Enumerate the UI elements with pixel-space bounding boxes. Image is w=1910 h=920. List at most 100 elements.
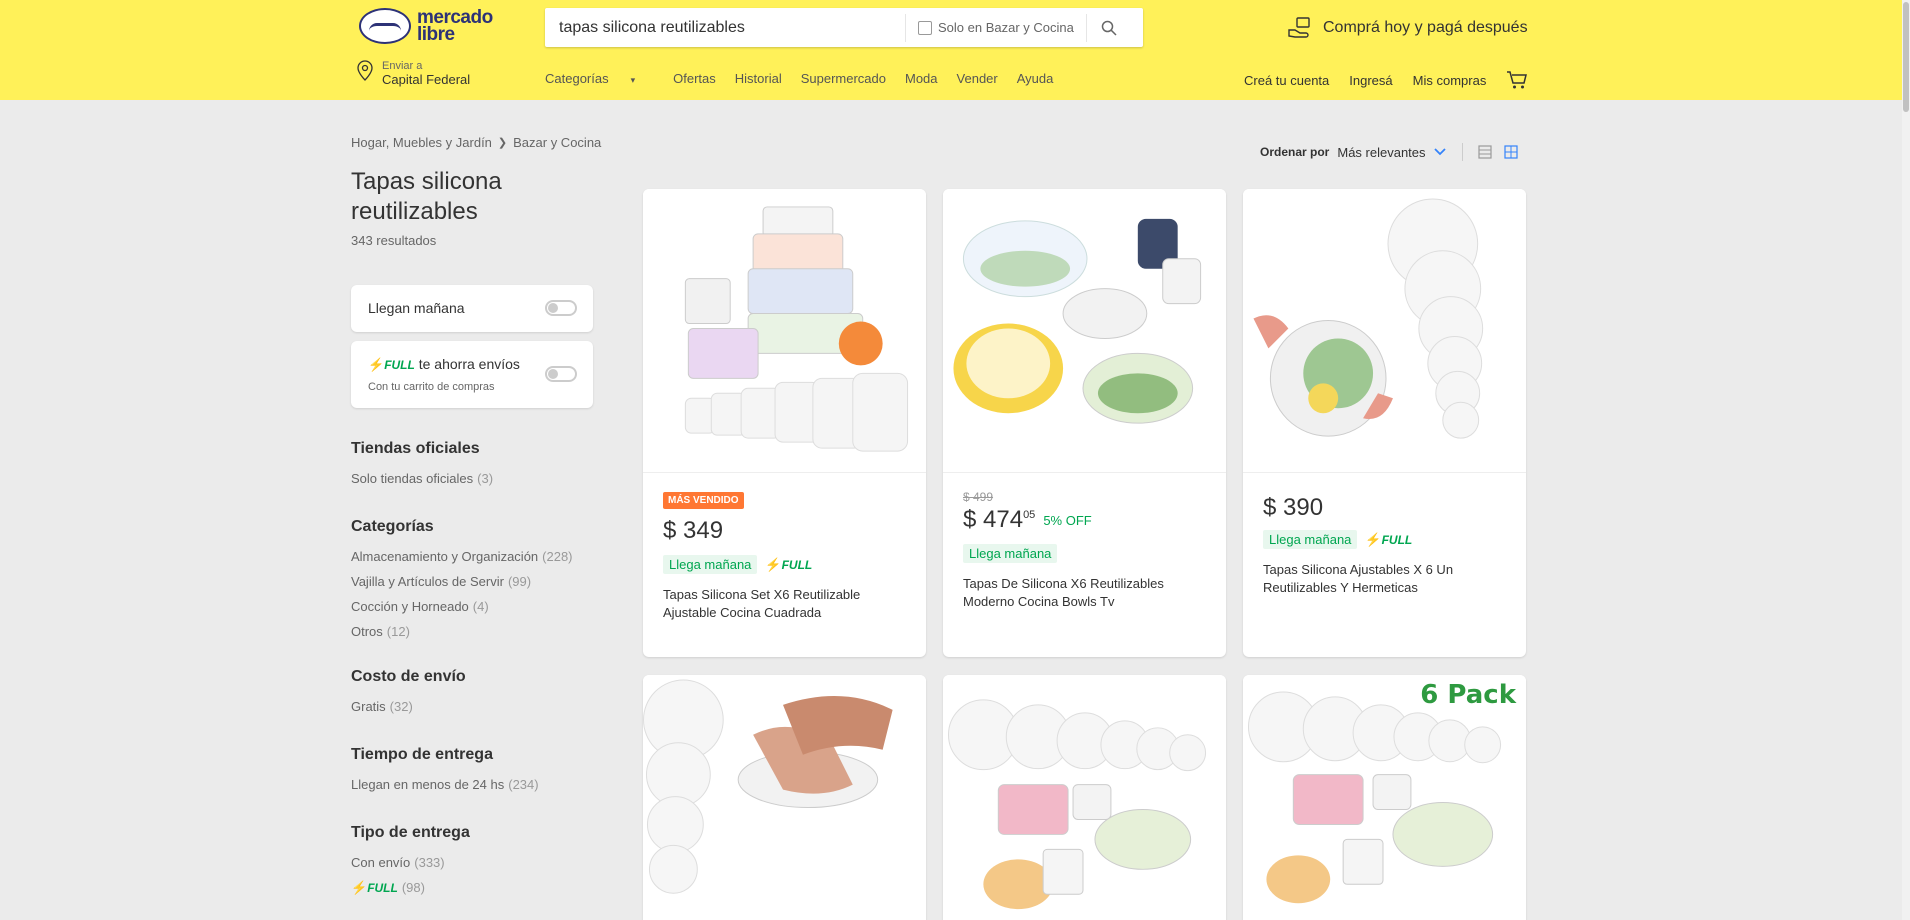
filter-title: Costo de envío bbox=[351, 668, 466, 685]
page-title: Tapas silicona reutilizables bbox=[351, 168, 502, 225]
nav-label: Categorías bbox=[545, 71, 609, 86]
results-count: 343 resultados bbox=[351, 233, 437, 248]
nav-history[interactable]: Historial bbox=[735, 71, 782, 86]
best-seller-badge: MÁS VENDIDO bbox=[663, 492, 744, 509]
checkbox[interactable] bbox=[918, 20, 932, 35]
mercadolibre-logo[interactable]: mercado libre bbox=[359, 8, 499, 44]
full-toggle[interactable] bbox=[545, 366, 577, 382]
product-title[interactable]: Tapas Silicona Set X6 Reutilizable Ajust… bbox=[663, 586, 906, 622]
nav-supermarket[interactable]: Supermercado bbox=[801, 71, 886, 86]
filter-option[interactable]: Solo tiendas oficiales (3) bbox=[351, 471, 601, 486]
filter-option[interactable]: Otros (12) bbox=[351, 624, 601, 639]
tomorrow-toggle[interactable] bbox=[545, 300, 577, 316]
filter-count: (32) bbox=[389, 699, 413, 714]
search-icon bbox=[1101, 20, 1117, 36]
breadcrumb-item[interactable]: Bazar y Cocina bbox=[513, 135, 601, 150]
account-links: Creá tu cuenta Ingresá Mis compras bbox=[1244, 70, 1528, 90]
category-filter-label: Solo en Bazar y Cocina bbox=[938, 20, 1074, 35]
filter-title: Tiendas oficiales bbox=[351, 440, 480, 457]
nav-categories[interactable]: Categorías ▾ bbox=[545, 71, 654, 86]
shipping-pill: Llega mañana bbox=[963, 544, 1058, 563]
promo-text: Comprá hoy y pagá después bbox=[1323, 19, 1528, 36]
product-image[interactable] bbox=[1243, 675, 1526, 920]
shipping-pill: Llega mañana bbox=[1263, 530, 1358, 549]
filter-count: (228) bbox=[542, 549, 573, 564]
full-badge: FULL bbox=[384, 358, 415, 372]
shipping-location[interactable]: Enviar a Capital Federal bbox=[356, 60, 470, 87]
filter-option-label: Cocción y Horneado bbox=[351, 599, 469, 614]
main-nav: Categorías ▾ Ofertas Historial Supermerca… bbox=[545, 71, 1072, 86]
tomorrow-label: Llegan mañana bbox=[368, 300, 465, 316]
lightning-icon: ⚡ bbox=[351, 880, 368, 895]
product-card[interactable]: 6 Pack bbox=[1243, 675, 1526, 920]
filter-count: (234) bbox=[508, 777, 539, 792]
my-purchases-link[interactable]: Mis compras bbox=[1413, 73, 1487, 88]
category-filter-checkbox[interactable]: Solo en Bazar y Cocina bbox=[906, 20, 1086, 35]
product-image[interactable] bbox=[943, 675, 1226, 920]
filter-option[interactable]: Gratis (32) bbox=[351, 699, 601, 714]
location-pin-icon bbox=[357, 60, 373, 81]
filter-option[interactable]: Vajilla y Artículos de Servir (99) bbox=[351, 574, 601, 589]
create-account-link[interactable]: Creá tu cuenta bbox=[1244, 73, 1329, 88]
filter-count: (98) bbox=[401, 880, 425, 895]
scrollbar-thumb[interactable] bbox=[1903, 2, 1909, 112]
product-image[interactable] bbox=[643, 675, 926, 920]
filter-count: (333) bbox=[414, 855, 445, 870]
product-title[interactable]: Tapas De Silicona X6 Reutilizables Moder… bbox=[963, 575, 1206, 611]
filter-option[interactable]: ⚡FULL (98) bbox=[351, 880, 601, 896]
filter-option[interactable]: Llegan en menos de 24 hs (234) bbox=[351, 777, 601, 792]
nav-sell[interactable]: Vender bbox=[957, 71, 998, 86]
search-bar: Solo en Bazar y Cocina bbox=[545, 8, 1143, 47]
search-input[interactable] bbox=[545, 8, 905, 47]
product-card[interactable]: $ 499 $ 474 05 5% OFF Llega mañana Tapas … bbox=[943, 189, 1226, 657]
chevron-right-icon: ❯ bbox=[497, 137, 508, 149]
filter-count: (3) bbox=[477, 471, 494, 486]
full-toggle-label: ⚡FULL te ahorra envíos bbox=[368, 356, 520, 373]
filter-option[interactable]: Con envío (333) bbox=[351, 855, 601, 870]
full-badge: FULL bbox=[1381, 532, 1413, 547]
filter-categories: Categorías Almacenamiento y Organización… bbox=[351, 518, 601, 649]
product-price: $ 349 bbox=[663, 517, 724, 544]
price-cents: 05 bbox=[1023, 509, 1036, 521]
logo-text: mercado libre bbox=[417, 7, 493, 45]
breadcrumb: Hogar, Muebles y Jardín ❯ Bazar y Cocina bbox=[351, 135, 601, 150]
nav-help[interactable]: Ayuda bbox=[1017, 71, 1054, 86]
product-image[interactable] bbox=[1243, 189, 1526, 473]
nav-offers[interactable]: Ofertas bbox=[673, 71, 716, 86]
hand-money-icon bbox=[1288, 17, 1310, 38]
breadcrumb-item[interactable]: Hogar, Muebles y Jardín bbox=[351, 135, 492, 150]
tomorrow-toggle-card[interactable]: Llegan mañana bbox=[351, 285, 593, 332]
filter-delivery-type: Tipo de entrega Con envío (333) ⚡FULL (98) bbox=[351, 824, 601, 906]
product-title[interactable]: Tapas Silicona Ajustables X 6 Un Reutili… bbox=[1263, 561, 1506, 597]
login-link[interactable]: Ingresá bbox=[1349, 73, 1392, 88]
product-card[interactable]: $ 390 Llega mañana ⚡ FULL Tapas Silicona … bbox=[1243, 189, 1526, 657]
product-image[interactable] bbox=[643, 189, 926, 473]
list-view-icon[interactable] bbox=[1477, 144, 1493, 160]
filter-option[interactable]: Cocción y Horneado (4) bbox=[351, 599, 601, 614]
product-price: $ 390 bbox=[1263, 494, 1324, 521]
filter-official-stores: Tiendas oficiales Solo tiendas oficiales… bbox=[351, 440, 601, 496]
filter-option-label: Otros bbox=[351, 624, 383, 639]
full-toggle-card[interactable]: ⚡FULL te ahorra envíos Con tu carrito de… bbox=[351, 341, 593, 408]
discount-label: 5% OFF bbox=[1043, 513, 1092, 528]
grid-view-icon[interactable] bbox=[1503, 144, 1519, 160]
page-scrollbar[interactable] bbox=[1902, 0, 1910, 920]
chevron-down-icon[interactable] bbox=[1433, 148, 1446, 156]
filter-option-label: Almacenamiento y Organización bbox=[351, 549, 539, 564]
pay-later-promo[interactable]: Comprá hoy y pagá después bbox=[1287, 16, 1528, 40]
filter-count: (99) bbox=[507, 574, 532, 589]
divider bbox=[1461, 143, 1463, 161]
search-button[interactable] bbox=[1087, 8, 1131, 47]
filter-option[interactable]: Almacenamiento y Organización (228) bbox=[351, 549, 601, 564]
filter-count: (12) bbox=[386, 624, 410, 639]
sort-control: Ordenar por Más relevantes bbox=[1260, 143, 1529, 161]
nav-fashion[interactable]: Moda bbox=[905, 71, 938, 86]
product-image[interactable] bbox=[943, 189, 1226, 473]
cart-icon[interactable] bbox=[1506, 70, 1528, 90]
full-badge: FULL bbox=[781, 557, 813, 572]
old-price: $ 499 bbox=[963, 490, 994, 504]
sort-dropdown[interactable]: Más relevantes bbox=[1337, 145, 1425, 160]
product-card[interactable]: MÁS VENDIDO $ 349 Llega mañana ⚡ FULL Tap… bbox=[643, 189, 926, 657]
product-card[interactable] bbox=[643, 675, 926, 920]
product-card[interactable] bbox=[943, 675, 1226, 920]
